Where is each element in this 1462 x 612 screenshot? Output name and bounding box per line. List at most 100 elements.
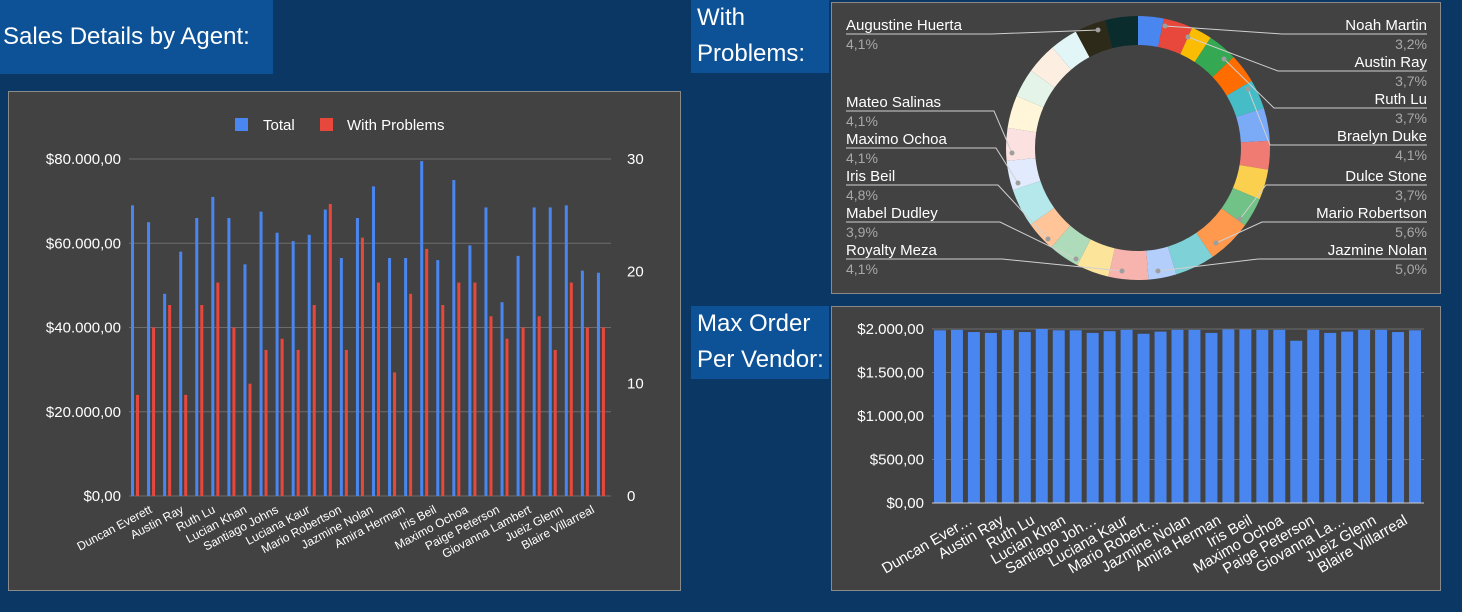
donut-label-value: 4,1% [1395, 147, 1427, 163]
bar-total [227, 217, 231, 496]
bar-max-order [1137, 333, 1150, 503]
bar-with-problems [136, 394, 139, 496]
bar-total [500, 302, 504, 496]
right-axis-tick-label: 0 [627, 488, 635, 505]
donut-label-value: 3,7% [1395, 187, 1427, 203]
bar-with-problems [489, 316, 493, 496]
left-axis-tick-label: $40.000,00 [46, 320, 121, 337]
bar-max-order [1222, 329, 1235, 503]
donut-label-name: Austin Ray [1354, 54, 1427, 71]
bar-total [532, 207, 536, 496]
donut-label-value: 4,1% [846, 150, 878, 166]
bar-total [339, 257, 343, 496]
bar-total [420, 161, 424, 496]
with-problems-chart-svg: Augustine Huerta 4,1% Mateo Salinas 4,1% Max… [846, 16, 1427, 280]
bar-max-order [1375, 329, 1388, 503]
bar-with-problems [248, 383, 252, 496]
bar-max-order [1154, 331, 1167, 503]
max-order-title-line2: Per Vendor: [697, 346, 824, 373]
donut-label-name: Mateo Salinas [846, 94, 941, 111]
bar-with-problems [569, 282, 573, 496]
bar-with-problems [377, 282, 380, 496]
donut-label-value: 3,7% [1395, 110, 1427, 126]
with-problems-title-line2: Problems: [697, 40, 806, 67]
bar-with-problems [585, 327, 589, 496]
y-axis-tick-label: $500,00 [870, 452, 924, 469]
bar-total [355, 217, 359, 496]
bar-with-problems [344, 349, 348, 496]
bar-total [211, 196, 215, 496]
donut-label-name: Augustine Huerta [846, 17, 963, 34]
y-axis-tick-label: $0,00 [886, 495, 924, 512]
bar-total [436, 260, 440, 496]
bar-with-problems [537, 316, 541, 496]
donut-leader-dot [1237, 216, 1243, 222]
bar-max-order [1392, 332, 1405, 503]
legend-swatch-total [235, 118, 248, 131]
bar-max-order [934, 330, 946, 503]
bar-total [468, 245, 472, 496]
bar-total [516, 255, 520, 496]
donut-label-name: Royalty Meza [846, 242, 938, 259]
donut-leader-dot [1162, 23, 1168, 29]
donut-label-name: Ruth Lu [1374, 91, 1427, 108]
sales-details-chart-svg: Total With Problems $0,00 $20.000,00 $40.000… [46, 117, 644, 561]
bar-max-order [1409, 330, 1421, 503]
donut-label-name: Iris Beil [846, 168, 895, 185]
bar-max-order [1290, 340, 1303, 503]
bar-with-problems [152, 327, 156, 496]
max-order-chart-svg: $0,00$500,00$1.000,00$1.500,00$2.000,00D… [857, 321, 1424, 578]
bar-with-problems [216, 282, 220, 496]
bar-max-order [967, 332, 980, 503]
bar-max-order [950, 329, 963, 503]
bar-max-order [1171, 329, 1184, 503]
max-order-title: Max Order Per Vendor: [691, 306, 829, 379]
y-axis-tick-label: $1.500,00 [857, 365, 924, 382]
bar-with-problems [553, 349, 557, 496]
donut-leader-dot [1221, 56, 1227, 62]
donut-leader-dot [1095, 27, 1101, 33]
bar-total [548, 207, 552, 496]
bar-total [372, 186, 375, 496]
donut-leader-dot [1045, 236, 1051, 242]
donut-leader-dot [1073, 256, 1079, 262]
left-axis-tick-label: $0,00 [83, 488, 121, 505]
bar-total [275, 232, 279, 496]
bar-with-problems [280, 338, 284, 496]
donut-label-value: 4,1% [846, 261, 878, 277]
bar-with-problems [184, 394, 188, 496]
bar-with-problems [473, 282, 477, 496]
donut-leader-dot [1119, 268, 1125, 274]
donut-leader-dot [1185, 34, 1191, 40]
donut-leader-dot [1155, 268, 1161, 274]
donut-label-value: 3,2% [1395, 36, 1427, 52]
bar-total [580, 270, 584, 496]
bar-total [147, 222, 151, 496]
bar-with-problems [296, 349, 300, 496]
donut-label-value: 4,1% [846, 36, 878, 52]
bar-max-order [1256, 329, 1269, 503]
max-order-chart[interactable]: $0,00 $500,00 $1.000,00 $1.500,00 $2.000,00 D… [831, 306, 1441, 591]
bar-max-order [1001, 330, 1014, 503]
donut-label-name: Jazmine Nolan [1328, 242, 1427, 259]
bar-with-problems [505, 338, 509, 496]
bar-max-order [1035, 329, 1048, 503]
with-problems-title-line1: With [697, 4, 745, 31]
donut-slice [1006, 127, 1037, 161]
bar-total [291, 241, 295, 496]
bar-total [307, 234, 311, 496]
donut-label-name: Noah Martin [1345, 17, 1427, 34]
donut-label-name: Dulce Stone [1345, 168, 1427, 185]
bar-total [323, 209, 327, 497]
bar-with-problems [328, 203, 332, 496]
legend-label-with-problems: With Problems [347, 117, 445, 134]
sales-details-chart[interactable]: Total With Problems $0,00 $20.000,00 $40.000… [8, 91, 681, 591]
donut-label-value: 5,6% [1395, 224, 1427, 240]
bar-max-order [1103, 331, 1116, 503]
y-axis-tick-label: $2.000,00 [857, 321, 924, 338]
bar-max-order [1205, 332, 1218, 503]
donut-leader-dot [1009, 150, 1015, 156]
bar-total [243, 264, 247, 496]
bar-with-problems [601, 327, 605, 496]
with-problems-chart[interactable]: Augustine Huerta 4,1% Mateo Salinas 4,1% Max… [831, 2, 1441, 294]
